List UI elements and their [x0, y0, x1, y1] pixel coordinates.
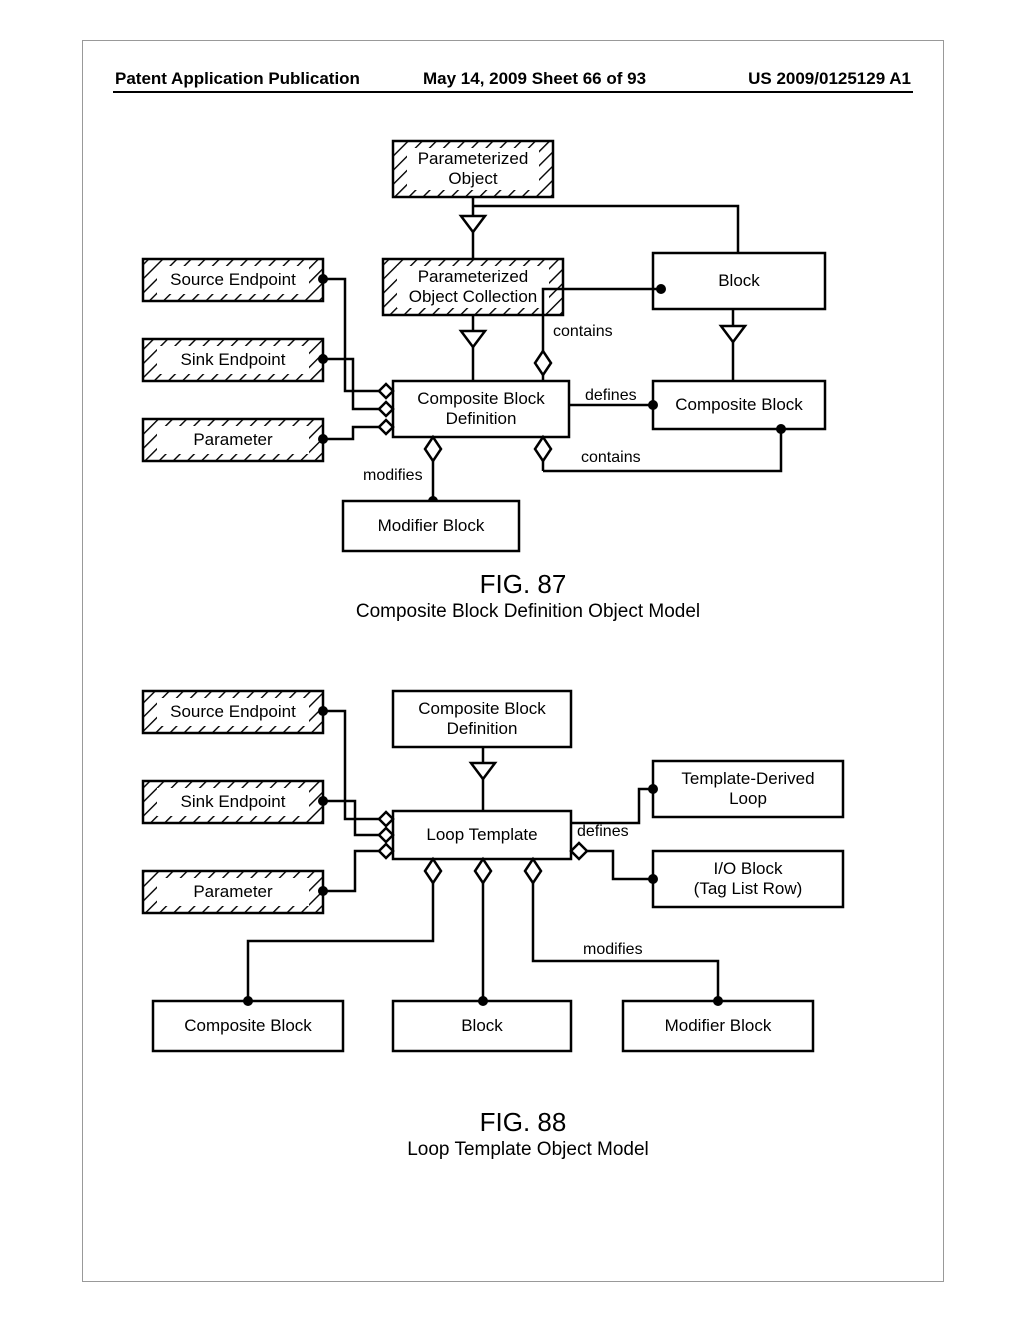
lbl-io: I/O Block(Tag List Row) — [653, 851, 843, 907]
lbl-poc: ParameterizedObject Collection — [397, 266, 549, 308]
page: Patent Application Publication May 14, 2… — [0, 0, 1024, 1320]
lbl-po: ParameterizedObject — [407, 148, 539, 190]
lbl-contains1: contains — [553, 323, 613, 341]
lbl-param88: Parameter — [157, 878, 309, 906]
fig87-subtitle: Composite Block Definition Object Model — [343, 601, 713, 623]
lbl-param: Parameter — [157, 426, 309, 454]
page-inner: Patent Application Publication May 14, 2… — [82, 40, 944, 1282]
fig88-subtitle: Loop Template Object Model — [383, 1139, 673, 1161]
lbl-mod88: Modifier Block — [623, 1001, 813, 1051]
fig88-title: FIG. 88 — [453, 1107, 593, 1138]
lbl-mod: Modifier Block — [343, 501, 519, 551]
lbl-cblock: Composite Block — [653, 381, 825, 429]
lbl-sink88: Sink Endpoint — [157, 788, 309, 816]
lbl-block: Block — [653, 253, 825, 309]
lbl-lt: Loop Template — [393, 811, 571, 859]
lbl-cbd88: Composite BlockDefinition — [393, 691, 571, 747]
lbl-modifies: modifies — [363, 467, 423, 485]
lbl-src: Source Endpoint — [157, 266, 309, 294]
diagram-svg — [83, 41, 943, 1281]
lbl-defines88: defines — [577, 823, 629, 841]
lbl-contains2: contains — [581, 449, 641, 467]
lbl-block88: Block — [393, 1001, 571, 1051]
fig87-title: FIG. 87 — [453, 569, 593, 600]
lbl-src88: Source Endpoint — [157, 698, 309, 726]
lbl-sink: Sink Endpoint — [157, 346, 309, 374]
lbl-defines: defines — [585, 387, 637, 405]
lbl-modifies88: modifies — [583, 941, 643, 959]
lbl-cbd: Composite BlockDefinition — [393, 381, 569, 437]
lbl-cblock88: Composite Block — [153, 1001, 343, 1051]
lbl-tdl: Template-DerivedLoop — [653, 761, 843, 817]
